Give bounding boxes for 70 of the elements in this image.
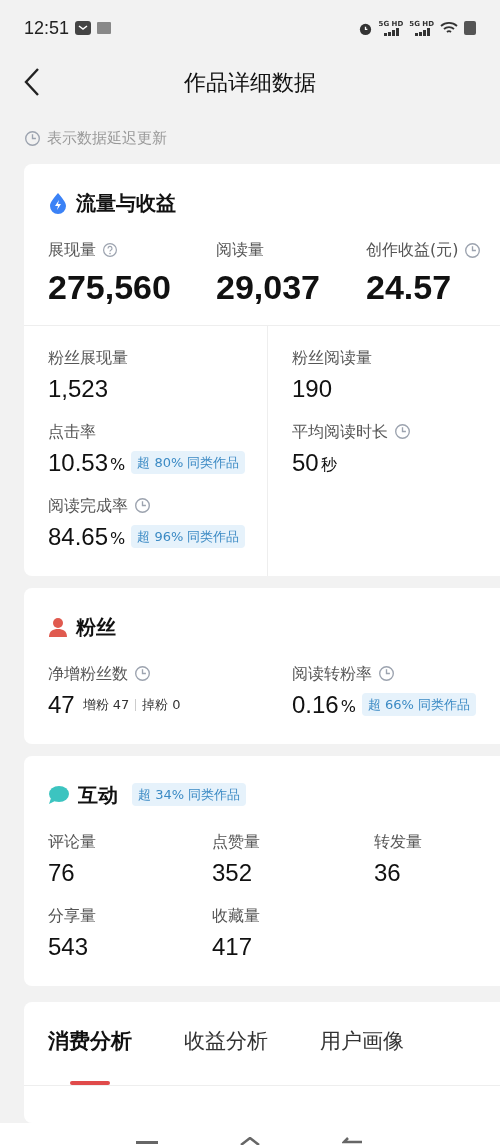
bolt-drop-icon (48, 192, 68, 214)
signal-icon (381, 27, 400, 36)
clock-icon (394, 423, 411, 440)
back-nav-icon[interactable] (341, 1137, 364, 1145)
metric-label: 转发量 (374, 830, 422, 853)
metric-label: 阅读量 (216, 239, 264, 261)
section-title: 粉丝 (76, 613, 116, 641)
analysis-tab[interactable]: 收益分析 (184, 1025, 268, 1085)
clock-icon (134, 665, 151, 682)
metric-label: 点赞量 (212, 830, 260, 853)
metric-label: 评论量 (48, 830, 96, 853)
rank-badge: 超 96% 同类作品 (131, 524, 246, 549)
section-title: 流量与收益 (76, 190, 176, 217)
unit-label: % (340, 695, 356, 718)
metric-label: 阅读完成率 (48, 494, 128, 517)
metric-value: 29,037 (216, 267, 320, 308)
rank-badge: 超 80% 同类作品 (131, 450, 246, 475)
wifi-icon (440, 21, 458, 35)
back-icon[interactable] (22, 67, 42, 97)
menu-nav-icon[interactable] (136, 1139, 159, 1145)
metric-label: 粉丝阅读量 (292, 346, 372, 369)
metric-value: 47 (48, 689, 75, 720)
metric-label: 阅读转粉率 (292, 662, 372, 685)
metric-value: 50 (292, 447, 319, 478)
unit-label: % (110, 453, 126, 476)
loss-value: 0 (172, 695, 181, 714)
mail-icon (75, 21, 92, 35)
clock-icon (464, 241, 482, 259)
chat-bubble-icon (48, 784, 70, 805)
clock-icon (134, 497, 151, 514)
metric-value: 24.57 (366, 267, 452, 308)
rank-badge: 超 34% 同类作品 (132, 782, 247, 807)
metric-value: 36 (374, 857, 401, 888)
metric-value: 10.53 (48, 447, 109, 478)
battery-icon (464, 21, 476, 35)
loss-label: 掉粉 (142, 695, 169, 714)
metric-label: 展现量 (48, 239, 96, 261)
page-title: 作品详细数据 (184, 68, 316, 97)
unit-label: 秒 (320, 453, 337, 476)
metric-value: 76 (48, 857, 75, 888)
metric-value: 417 (212, 931, 253, 962)
unit-label: % (110, 527, 126, 550)
clock-icon (24, 129, 41, 147)
home-nav-icon[interactable] (239, 1137, 261, 1145)
metric-value: 190 (292, 373, 333, 404)
gain-value: 47 (112, 695, 130, 714)
rank-badge: 超 66% 同类作品 (361, 692, 477, 717)
metric-label: 收藏量 (212, 904, 260, 927)
section-title: 互动 (78, 781, 118, 809)
metric-value: 84.65 (48, 521, 109, 552)
metric-label: 净增粉丝数 (48, 662, 128, 685)
metric-label: 平均阅读时长 (292, 420, 388, 443)
app-icon (97, 22, 112, 34)
metric-label: 分享量 (48, 904, 96, 927)
metric-value: 543 (48, 931, 89, 962)
metric-label: 粉丝展现量 (48, 346, 128, 369)
analysis-tab[interactable]: 用户画像 (320, 1025, 404, 1085)
person-icon (48, 616, 68, 637)
metric-label: 点击率 (48, 420, 96, 443)
clock-icon (378, 665, 395, 682)
gain-label: 增粉 (82, 695, 109, 714)
status-time: 12:51 (24, 16, 70, 40)
metric-value: 0.16 (292, 689, 339, 720)
metric-value: 352 (212, 857, 253, 888)
metric-value: 1,523 (48, 373, 109, 404)
analysis-tab[interactable]: 消费分析 (48, 1025, 132, 1085)
delay-note: 表示数据延迟更新 (47, 127, 167, 149)
signal-icon (412, 27, 431, 36)
metric-label: 创作收益(元) (366, 239, 459, 261)
metric-value: 275,560 (48, 267, 171, 308)
